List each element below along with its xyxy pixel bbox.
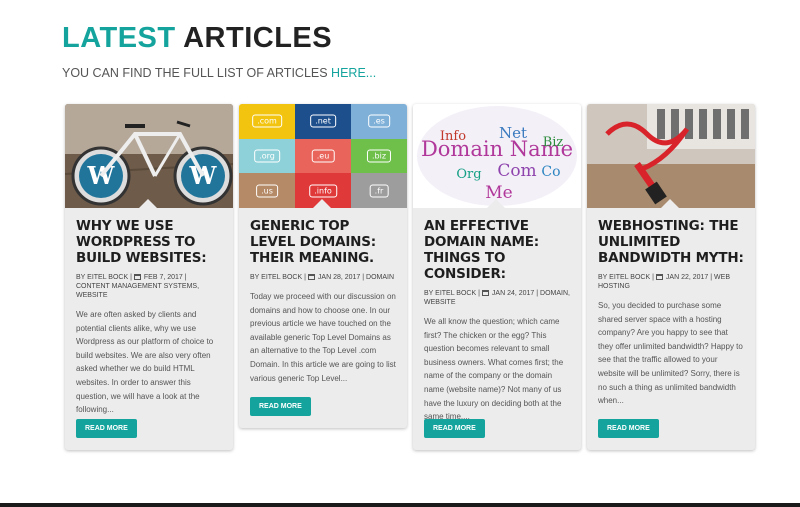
image-notch: [661, 199, 679, 208]
domain-cell: .us: [239, 173, 295, 208]
domain-tag: .us: [256, 184, 278, 198]
bicycle-photo: W W: [65, 104, 233, 208]
domain-cell: .biz: [351, 138, 407, 174]
calendar-icon: [133, 274, 141, 280]
wordpress-bicycle-image[interactable]: W W: [65, 104, 233, 208]
article-meta: BY EITEL BOCK | JAN 28, 2017 | DOMAIN: [250, 274, 395, 281]
calendar-icon: [655, 274, 663, 280]
wordcloud-word: Org: [456, 167, 481, 182]
articles-list-link[interactable]: HERE...: [331, 66, 376, 80]
article-title[interactable]: GENERIC TOP LEVEL DOMAINS: THEIR MEANING…: [250, 218, 396, 266]
domain-cell: .fr: [351, 173, 407, 208]
title-accent: LATEST: [62, 22, 176, 54]
domain-tag: .com: [252, 114, 282, 128]
article-title[interactable]: AN EFFECTIVE DOMAIN NAME: THINGS TO CONS…: [424, 218, 570, 282]
wordcloud-word: Info: [440, 129, 466, 144]
article-meta: BY EITEL BOCK | JAN 22, 2017 | WEB HOSTIN…: [598, 274, 730, 290]
wordcloud-word: Net: [499, 124, 527, 142]
domain-cell: .org: [239, 138, 295, 174]
read-more-button[interactable]: READ MORE: [76, 419, 137, 438]
domains-image[interactable]: .com .net .es .org .eu .biz .us .info .f…: [239, 104, 407, 208]
domain-tag: .eu: [311, 149, 335, 163]
article-date: JAN 28, 2017: [317, 274, 361, 281]
wordcloud-word: Co: [541, 164, 560, 180]
read-more-button[interactable]: READ MORE: [598, 419, 659, 438]
ethernet-cable-photo: [587, 104, 755, 208]
article-date: JAN 24, 2017: [491, 290, 535, 297]
section-subtitle: YOU CAN FIND THE FULL LIST OF ARTICLES H…: [62, 66, 376, 80]
domain-cell: .com: [239, 104, 295, 139]
domain-cell: .net: [295, 104, 351, 139]
article-author[interactable]: BY EITEL BOCK: [424, 290, 476, 297]
network-cable-image[interactable]: [587, 104, 755, 208]
domain-extensions-grid: .com .net .es .org .eu .biz .us .info .f…: [239, 104, 407, 208]
article-card: WEBHOSTING: THE UNLIMITED BANDWIDTH MYTH…: [587, 104, 755, 450]
article-date: JAN 22, 2017: [665, 274, 709, 281]
domain-tag: .net: [310, 114, 336, 128]
image-notch: [139, 199, 157, 208]
article-excerpt: We are often asked by clients and potent…: [76, 310, 214, 415]
domain-tag: .es: [368, 114, 390, 128]
domain-name-wordcloud-image[interactable]: Domain Name Net Biz Info Com Org Co Me: [413, 104, 581, 208]
read-more-button[interactable]: READ MORE: [424, 419, 485, 438]
page-bottom-divider: [0, 503, 800, 507]
image-notch: [487, 199, 505, 208]
domain-cell: .es: [351, 104, 407, 139]
article-author[interactable]: BY EITEL BOCK: [598, 274, 650, 281]
domain-cell: .eu: [295, 138, 351, 174]
article-title[interactable]: WHY WE USE WORDPRESS TO BUILD WEBSITES:: [76, 218, 222, 266]
title-rest: ARTICLES: [183, 22, 333, 54]
section-title: LATEST ARTICLES: [62, 22, 332, 55]
article-card: .com .net .es .org .eu .biz .us .info .f…: [239, 104, 407, 428]
article-excerpt: Today we proceed with our discussion on …: [250, 292, 396, 383]
calendar-icon: [481, 290, 489, 296]
article-card: Domain Name Net Biz Info Com Org Co Me A…: [413, 104, 581, 450]
article-categories[interactable]: CONTENT MANAGEMENT SYSTEMS, WEBSITE: [76, 283, 199, 299]
domain-tag: .biz: [366, 149, 392, 163]
wordcloud: Domain Name Net Biz Info Com Org Co Me: [417, 106, 577, 206]
subtitle-text: YOU CAN FIND THE FULL LIST OF ARTICLES: [62, 66, 332, 80]
article-excerpt: We all know the question; which came fir…: [424, 317, 564, 422]
image-notch: [313, 199, 331, 208]
calendar-icon: [307, 274, 315, 280]
read-more-button[interactable]: READ MORE: [250, 397, 311, 416]
article-author[interactable]: BY EITEL BOCK: [76, 274, 128, 281]
article-date: FEB 7, 2017: [143, 274, 183, 281]
article-meta: BY EITEL BOCK | FEB 7, 2017 | CONTENT MAN…: [76, 274, 200, 299]
wordcloud-word: Com: [497, 161, 536, 181]
domain-tag: .info: [309, 184, 337, 198]
domain-tag: .org: [254, 149, 280, 163]
article-categories[interactable]: DOMAIN: [366, 274, 394, 281]
domain-tag: .fr: [369, 184, 389, 198]
article-author[interactable]: BY EITEL BOCK: [250, 274, 302, 281]
article-excerpt: So, you decided to purchase some shared …: [598, 301, 743, 406]
article-meta: BY EITEL BOCK | JAN 24, 2017 | DOMAIN, WE…: [424, 290, 570, 306]
article-title[interactable]: WEBHOSTING: THE UNLIMITED BANDWIDTH MYTH…: [598, 218, 744, 266]
article-card: W W WHY WE USE WORDPRESS TO BUILD WEBSIT…: [65, 104, 233, 450]
wordcloud-word: Biz: [543, 135, 564, 150]
